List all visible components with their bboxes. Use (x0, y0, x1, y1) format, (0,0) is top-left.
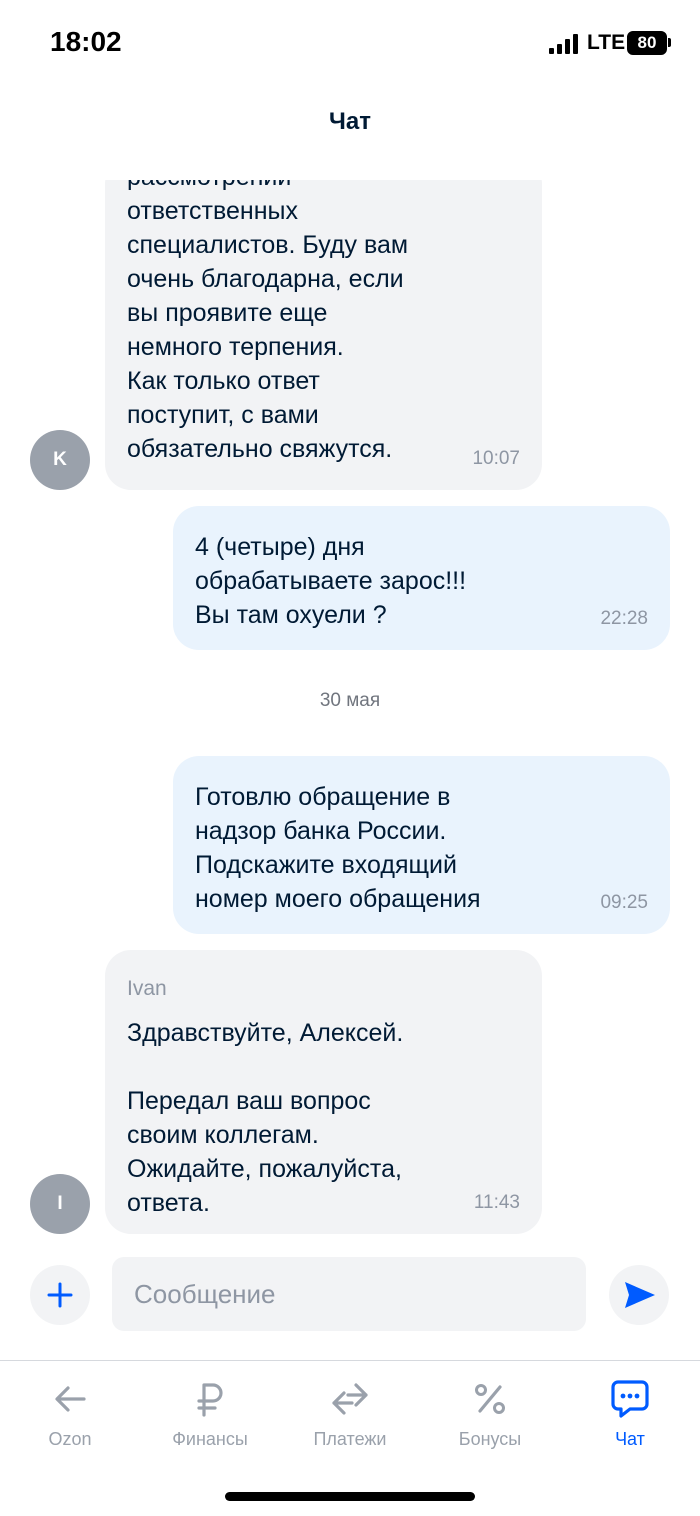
date-separator: 30 мая (319, 690, 381, 711)
incoming-message: Ivan Здравствуйте, Алексей. Передал ваш … (105, 950, 542, 1234)
attach-button[interactable] (30, 1265, 90, 1325)
nav-label: Чат (615, 1429, 645, 1449)
nav-item-ozon[interactable]: Ozon (0, 1361, 140, 1461)
nav-item-finance[interactable]: Финансы (140, 1361, 280, 1461)
message-time: 22:28 (600, 608, 648, 629)
message-time: 11:43 (473, 1192, 520, 1213)
status-time: 18:02 (50, 26, 122, 57)
outgoing-message: Готовлю обращение в надзор банка России.… (173, 756, 670, 934)
nav-label: Финансы (172, 1429, 248, 1449)
battery-cap (668, 38, 671, 47)
plus-icon (47, 1282, 73, 1308)
transfer-arrows-icon (332, 1383, 368, 1415)
message-text: рассмотрении ответственных специалистов.… (127, 180, 409, 463)
nav-item-payments[interactable]: Платежи (280, 1361, 420, 1461)
nav-item-bonuses[interactable]: Бонусы (420, 1361, 560, 1461)
nav-label: Бонусы (458, 1429, 522, 1449)
message-time: 10:07 (472, 448, 520, 469)
signal-icon (549, 34, 579, 54)
chat-messages[interactable]: рассмотрении ответственных специалистов.… (0, 180, 700, 1240)
message-text: Готовлю обращение в надзор банка России.… (195, 783, 481, 913)
incoming-message: рассмотрении ответственных специалистов.… (105, 180, 542, 490)
avatar: I (30, 1174, 90, 1234)
ruble-icon (197, 1383, 223, 1417)
arrow-left-icon (55, 1386, 86, 1412)
send-icon (625, 1282, 655, 1308)
network-type: LTE (587, 31, 626, 54)
chat-bubble-icon (611, 1380, 649, 1418)
message-text: Здравствуйте, Алексей. Передал ваш вопро… (127, 1019, 404, 1217)
home-indicator[interactable] (225, 1492, 475, 1501)
outgoing-message: 4 (четыре) дня обрабатываете зарос!!! Вы… (173, 506, 670, 650)
page-title: Чат (329, 108, 371, 135)
send-button[interactable] (609, 1265, 669, 1325)
message-sender: Ivan (127, 977, 167, 1000)
status-bar: 18:02 LTE 80 (0, 0, 700, 90)
message-time: 09:25 (600, 892, 648, 913)
message-text: 4 (четыре) дня обрабатываете зарос!!! Вы… (195, 533, 467, 629)
battery-icon: 80 (627, 31, 667, 55)
percent-icon (475, 1384, 505, 1414)
message-input[interactable] (112, 1257, 586, 1331)
nav-item-chat[interactable]: Чат (560, 1361, 700, 1461)
bottom-nav: Ozon Финансы Платежи Бонусы Чат (0, 1361, 700, 1461)
avatar: K (30, 430, 90, 490)
nav-label: Платежи (313, 1429, 387, 1449)
nav-label: Ozon (48, 1429, 92, 1449)
